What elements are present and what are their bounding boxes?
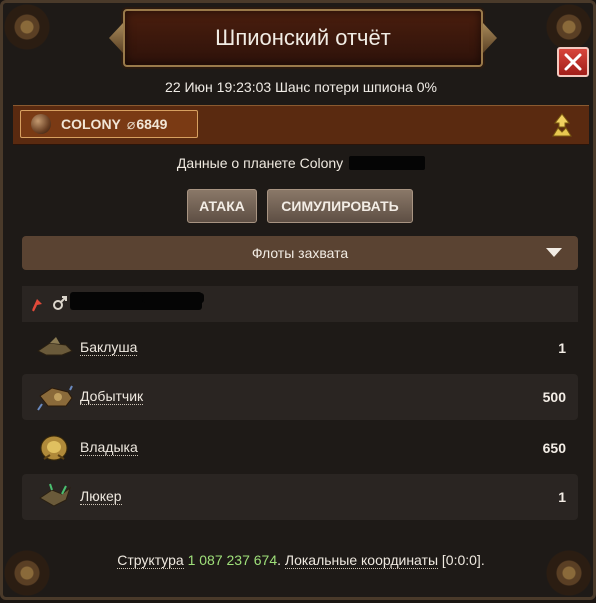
local-coords-value: [0:0:0] (441, 552, 481, 568)
ship-scout-icon (37, 337, 73, 356)
colony-coords: 6849 (136, 116, 168, 132)
ship-count: 1 (558, 340, 566, 356)
ship-row: Баклуша 1 (22, 325, 578, 371)
ship-row: Владыка 650 (22, 425, 578, 471)
fleet-dropdown-label: Флоты захвата (251, 245, 349, 261)
close-button[interactable] (557, 47, 589, 77)
ship-count: 1 (558, 489, 566, 505)
ship-name[interactable]: Баклуша (80, 339, 138, 356)
ship-row: Добытчик 500 (22, 374, 578, 420)
redacted-coords (349, 156, 426, 170)
planet-data-line: Данные о планете Colony (3, 155, 596, 171)
ship-name[interactable]: Люкер (80, 488, 122, 505)
colony-bar: COLONY ⌀ 6849 (13, 105, 589, 145)
planet-icon (31, 114, 51, 134)
ship-count: 500 (542, 389, 566, 405)
ship-count: 650 (542, 440, 566, 456)
window-title-bar: Шпионский отчёт (109, 9, 497, 67)
footer-punct: . (480, 552, 485, 568)
title-ornament (109, 23, 123, 53)
chevron-down-icon (546, 248, 562, 257)
fleet-dropdown[interactable]: Флоты захвата (22, 236, 578, 270)
simulate-button[interactable]: СИМУЛИРОВАТЬ (267, 189, 413, 223)
male-gender-icon (53, 296, 67, 310)
colony-link[interactable]: COLONY ⌀ 6849 (20, 110, 198, 138)
structure-label: Структура (117, 552, 184, 569)
structure-value: 1 087 237 674 (187, 552, 278, 568)
close-icon (564, 53, 582, 71)
planet-data-label: Данные о планете Colony (176, 155, 344, 171)
colony-name: COLONY (61, 116, 121, 132)
attack-button[interactable]: АТАКА (187, 189, 257, 223)
ship-miner-icon (37, 385, 73, 411)
local-coords-label: Локальные координаты (284, 552, 439, 569)
window-title: Шпионский отчёт (215, 25, 391, 50)
structure-footer: Структура 1 087 237 674. Локальные коорд… (3, 552, 596, 569)
corner-ornament (0, 0, 57, 57)
ship-name[interactable]: Владыка (80, 439, 138, 456)
footer-punct: . (277, 552, 281, 568)
ship-overlord-icon (40, 435, 68, 461)
fleet-owner-row (22, 286, 578, 322)
spy-report-window: Шпионский отчёт 22 Июн 19:23:03 Шанс пот… (0, 0, 596, 603)
alliance-flag-icon (32, 299, 42, 312)
ship-row: Люкер 1 (22, 474, 578, 520)
navigate-icon[interactable] (549, 112, 575, 138)
redacted-owner-name (142, 293, 204, 303)
report-info: 22 Июн 19:23:03 Шанс потери шпиона 0% (165, 79, 437, 95)
title-ornament (483, 23, 497, 53)
colony-separator: ⌀ (126, 115, 136, 132)
ship-lurker-icon (39, 483, 71, 507)
ship-name[interactable]: Добытчик (80, 388, 144, 405)
